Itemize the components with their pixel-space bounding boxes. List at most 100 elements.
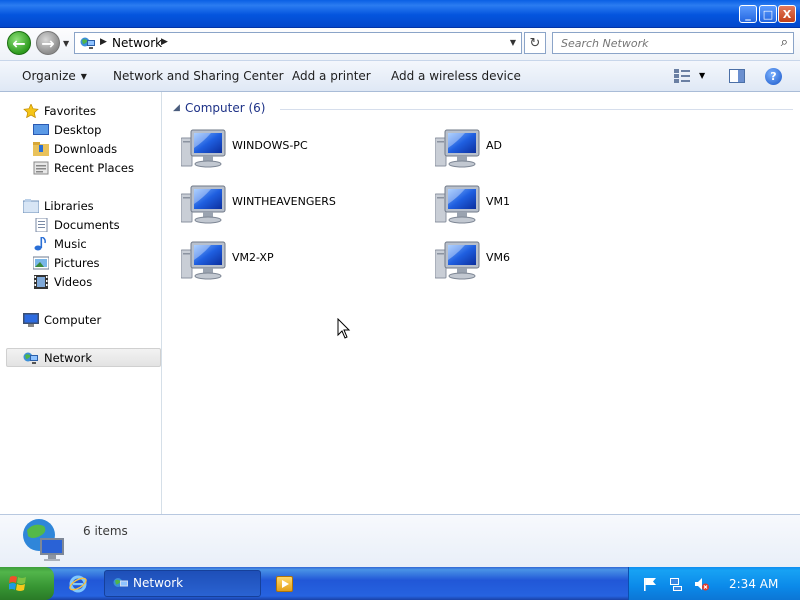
computer-item[interactable]: WINDOWS-PC [181,124,411,172]
computer-icon [435,240,481,280]
minimize-button[interactable]: _ [739,5,757,23]
recent-pages-dropdown[interactable]: ▼ [63,39,69,48]
preview-pane-icon[interactable] [729,69,745,83]
computer-item[interactable]: VM1 [435,180,665,228]
back-button[interactable]: ← [7,31,31,55]
group-title: Computer (6) [185,101,266,115]
star-icon [23,103,39,118]
computer-item[interactable]: AD [435,124,665,172]
flag-icon[interactable] [643,577,657,591]
nav-label: Music [54,236,87,251]
file-list: ◢ Computer (6) WINDOWS-PC AD WINTHEAVENG… [163,92,800,514]
nav-label: Downloads [54,141,118,156]
group-divider [280,109,793,110]
nav-recent-places[interactable]: Recent Places [0,158,161,177]
computer-item[interactable]: WINTHEAVENGERS [181,180,411,228]
nav-pictures[interactable]: Pictures [0,253,161,272]
computer-item[interactable]: VM2-XP [181,236,411,284]
computer-icon [181,240,227,280]
breadcrumb-separator[interactable]: ▶ [161,37,168,47]
search-icon[interactable]: ⌕ [781,35,788,50]
volume-muted-icon[interactable] [695,577,709,591]
nav-label: Videos [54,274,93,289]
collapse-triangle-icon[interactable]: ◢ [173,103,180,113]
globe-icon [23,519,64,561]
taskbar-button-label: Network [133,576,184,590]
nav-desktop[interactable]: Desktop [0,120,161,139]
downloads-icon [33,141,49,156]
nav-label: Computer [44,312,102,327]
ie-icon[interactable] [69,575,87,593]
breadcrumb-separator[interactable]: ▶ [100,37,107,47]
media-player-icon[interactable] [276,576,293,592]
nav-label: Favorites [44,103,96,118]
nav-network[interactable]: Network [6,348,161,367]
nav-label: Pictures [54,255,100,270]
network-icon [23,352,38,364]
computer-icon [181,128,227,168]
nav-music[interactable]: Music [0,234,161,253]
nav-label: Network [44,350,93,365]
search-box[interactable]: ⌕ [552,32,794,54]
chevron-down-icon: ▼ [80,72,87,81]
item-count: 6 items [83,524,128,538]
refresh-icon: ↻ [529,35,541,51]
nav-label: Desktop [54,122,102,137]
details-pane: 6 items [0,514,800,567]
nav-label: Documents [54,217,120,232]
nav-documents[interactable]: Documents [0,215,161,234]
title-bar[interactable]: _ □ X [0,0,800,28]
navigation-pane: Favorites Desktop Downloads Recent Place… [0,92,162,514]
organize-menu[interactable]: Organize ▼ [22,69,87,83]
nav-label: Recent Places [54,160,134,175]
recent-places-icon [33,161,49,174]
system-tray: 2:34 AM [628,567,800,600]
computer-name: WINTHEAVENGERS [232,195,336,208]
music-icon [34,236,46,250]
computer-name: AD [486,139,502,152]
computer-name: VM2-XP [232,251,274,264]
views-dropdown[interactable]: ▼ [699,71,705,80]
breadcrumb-network[interactable]: Network [112,36,162,50]
refresh-button[interactable]: ↻ [524,32,546,54]
computer-name: WINDOWS-PC [232,139,308,152]
clock[interactable]: 2:34 AM [729,577,778,591]
search-input[interactable] [561,33,771,53]
computer-icon [435,128,481,168]
add-printer-button[interactable]: Add a printer [292,69,371,83]
help-icon[interactable]: ? [765,68,782,85]
nav-downloads[interactable]: Downloads [0,139,161,158]
computer-name: VM1 [486,195,511,208]
group-header-computer[interactable]: ◢ Computer (6) [173,101,793,117]
network-icon [80,37,95,49]
computer-icon [435,184,481,224]
views-icon[interactable] [674,69,690,83]
computer-icon [23,312,39,327]
organize-label: Organize [22,69,76,83]
computer-item[interactable]: VM6 [435,236,665,284]
nav-favorites[interactable]: Favorites [0,101,161,120]
computer-icon [181,184,227,224]
back-icon: ← [12,33,26,53]
computer-name: VM6 [486,251,511,264]
mouse-cursor-icon [337,318,351,339]
add-wireless-device-button[interactable]: Add a wireless device [391,69,521,83]
address-row: ← → ▼ ▶ Network ▶ ▼ ↻ ⌕ [0,28,800,60]
close-button[interactable]: X [778,5,796,23]
network-sharing-center-button[interactable]: Network and Sharing Center [113,69,284,83]
network-tray-icon[interactable] [669,577,683,591]
taskbar-button-network[interactable]: Network [104,570,261,597]
forward-button[interactable]: → [36,31,60,55]
forward-icon: → [41,33,55,53]
network-icon [113,578,128,587]
address-bar[interactable]: ▶ Network ▶ ▼ [74,32,522,54]
nav-computer[interactable]: Computer [0,310,161,329]
start-button[interactable] [0,567,54,600]
nav-libraries[interactable]: Libraries [0,196,161,215]
nav-videos[interactable]: Videos [0,272,161,291]
nav-label: Libraries [44,198,94,213]
command-bar: Organize ▼ Network and Sharing Center Add… [0,60,800,92]
address-dropdown[interactable]: ▼ [510,38,516,47]
videos-icon [34,274,48,289]
maximize-button[interactable]: □ [759,5,777,23]
